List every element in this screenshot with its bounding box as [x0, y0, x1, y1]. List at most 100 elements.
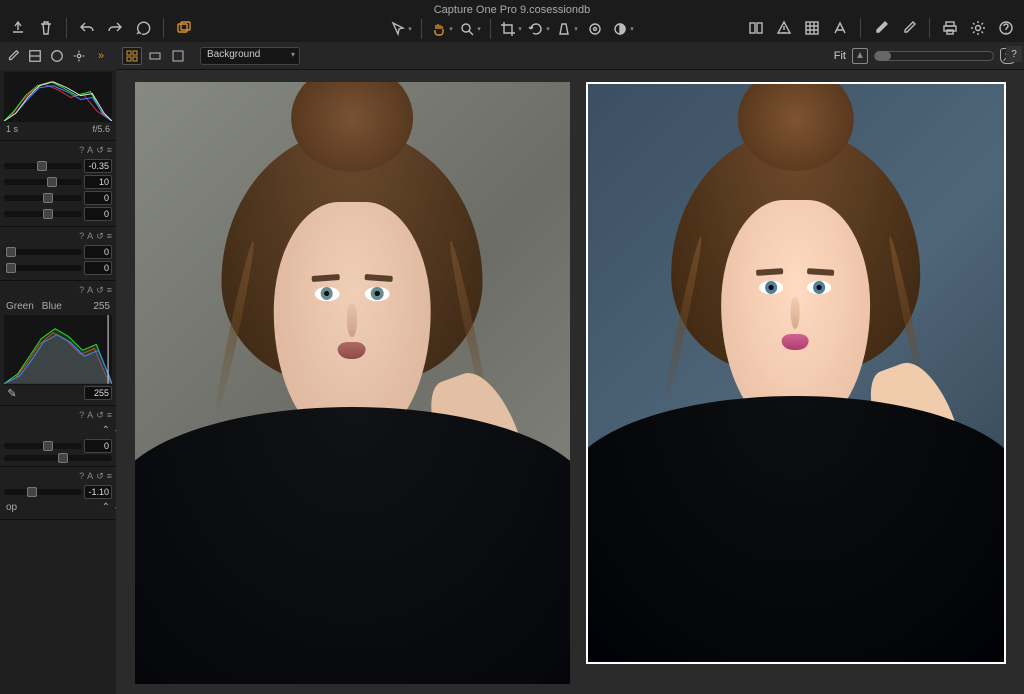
contrast-value[interactable]: 10	[84, 175, 112, 189]
redo-icon[interactable]	[103, 17, 127, 39]
panel-reset-icon[interactable]: ↺	[96, 410, 104, 421]
panel-reset-icon[interactable]: ↺	[96, 231, 104, 242]
highlight-value[interactable]: 0	[84, 245, 112, 259]
print-icon[interactable]	[938, 17, 962, 39]
hand-tool-icon[interactable]	[430, 18, 454, 40]
panel-menu-icon[interactable]: ≡	[107, 471, 112, 482]
help-icon[interactable]	[994, 17, 1018, 39]
user-a-icon[interactable]: ▲	[852, 48, 868, 64]
image-viewer[interactable]	[116, 70, 1024, 694]
crop-tool-icon[interactable]	[499, 18, 523, 40]
panel-auto-icon[interactable]: A	[87, 471, 93, 482]
annotations-icon[interactable]	[828, 17, 852, 39]
levels-tab-green[interactable]: Green	[6, 301, 34, 312]
settings-icon[interactable]	[966, 17, 990, 39]
vignette-mode-label: op	[6, 502, 17, 513]
vignette-value[interactable]: -1.10	[84, 485, 112, 499]
image-variant-original[interactable]	[135, 82, 570, 684]
panel-help-icon[interactable]: ?	[79, 410, 84, 421]
panel-header: ? A ↺ ≡	[4, 229, 112, 244]
clarity-slider[interactable]	[4, 443, 82, 449]
exposure-slider[interactable]	[4, 163, 82, 169]
panel-menu-icon[interactable]: ≡	[107, 410, 112, 421]
shadow-slider[interactable]	[4, 265, 82, 271]
compare-view-icon[interactable]	[744, 17, 768, 39]
panel-reset-icon[interactable]: ↺	[96, 471, 104, 482]
grid-icon[interactable]	[800, 17, 824, 39]
levels-pick-value[interactable]: 255	[84, 386, 112, 400]
view-options: Background	[116, 47, 306, 65]
panel-help-icon[interactable]: ?	[79, 285, 84, 296]
metadata-tab-icon[interactable]	[48, 47, 66, 65]
vignette-slider[interactable]	[4, 489, 82, 495]
levels-panel: ? A ↺ ≡ Green Blue 255 ✎ 255	[0, 281, 116, 406]
separator	[860, 18, 861, 38]
shadow-value[interactable]: 0	[84, 261, 112, 275]
separator	[490, 19, 491, 39]
windows-icon[interactable]	[172, 17, 196, 39]
panel-header: ? A ↺ ≡	[4, 469, 112, 484]
panel-help-icon[interactable]: ?	[79, 231, 84, 242]
separator	[66, 18, 67, 38]
levels-high-value[interactable]: 255	[93, 301, 110, 312]
saturation-value[interactable]: 0	[84, 207, 112, 221]
trash-icon[interactable]	[34, 17, 58, 39]
contrast-slider[interactable]	[4, 179, 82, 185]
histogram-panel: 1 s f/5.6	[0, 70, 116, 141]
brightness-value[interactable]: 0	[84, 191, 112, 205]
panel-auto-icon[interactable]: A	[87, 410, 93, 421]
keystone-tool-icon[interactable]	[555, 18, 579, 40]
cursor-tool-icon[interactable]	[389, 18, 413, 40]
rotate-tool-icon[interactable]	[527, 18, 551, 40]
structure-slider[interactable]	[4, 455, 112, 461]
mask-tool-icon[interactable]	[611, 18, 635, 40]
histogram-display	[4, 72, 112, 122]
panel-help-button[interactable]: ?	[1006, 46, 1022, 62]
tools-sidebar: 1 s f/5.6 ? A ↺ ≡ -0.35 10 0 0 ? A ↺ ≡ 0	[0, 70, 116, 694]
picker-icon[interactable]: ✎	[4, 386, 20, 400]
variant-dropdown[interactable]: Background	[200, 47, 300, 65]
filmstrip-view-icon[interactable]	[145, 47, 165, 65]
panel-reset-icon[interactable]: ↺	[96, 145, 104, 156]
separator	[163, 18, 164, 38]
library-tab-icon[interactable]	[4, 47, 22, 65]
picker-light-icon[interactable]	[897, 17, 921, 39]
clarity-value[interactable]: 0	[84, 439, 112, 453]
spot-tool-icon[interactable]	[583, 18, 607, 40]
adjust-tab-icon[interactable]	[26, 47, 44, 65]
panel-auto-icon[interactable]: A	[87, 231, 93, 242]
undo-icon[interactable]	[75, 17, 99, 39]
panel-auto-icon[interactable]: A	[87, 285, 93, 296]
panel-menu-icon[interactable]: ≡	[107, 231, 112, 242]
levels-tab-blue[interactable]: Blue	[42, 301, 62, 312]
redo-alt-icon[interactable]	[131, 17, 155, 39]
exposure-value[interactable]: -0.35	[84, 159, 112, 173]
panel-help-icon[interactable]: ?	[79, 471, 84, 482]
panel-header: ? A ↺ ≡	[4, 408, 112, 423]
image-variant-edited[interactable]	[586, 82, 1006, 664]
panel-menu-icon[interactable]: ≡	[107, 285, 112, 296]
list-view-icon[interactable]	[168, 47, 188, 65]
picker-dark-icon[interactable]	[869, 17, 893, 39]
highlight-slider[interactable]	[4, 249, 82, 255]
grid-view-icon[interactable]	[122, 47, 142, 65]
levels-curve[interactable]	[4, 315, 112, 385]
panel-help-icon[interactable]: ?	[79, 145, 84, 156]
panel-menu-icon[interactable]: ≡	[107, 145, 112, 156]
import-icon[interactable]	[6, 17, 30, 39]
expand-tab-icon[interactable]: »	[92, 47, 110, 65]
vignette-panel: ? A ↺ ≡ -1.10 op ⌃	[0, 467, 116, 520]
brightness-slider[interactable]	[4, 195, 82, 201]
exposure-warning-icon[interactable]	[772, 17, 796, 39]
zoom-slider[interactable]	[874, 51, 994, 61]
zoom-fit-button[interactable]: Fit	[834, 50, 846, 62]
saturation-slider[interactable]	[4, 211, 82, 217]
panel-auto-icon[interactable]: A	[87, 145, 93, 156]
panel-reset-icon[interactable]: ↺	[96, 285, 104, 296]
vignette-stepper[interactable]: ⌃	[102, 502, 110, 513]
aperture-label: f/5.6	[92, 124, 110, 134]
output-tab-icon[interactable]	[70, 47, 88, 65]
clarity-panel: ? A ↺ ≡ ⌃ 0	[0, 406, 116, 467]
zoom-tool-icon[interactable]	[458, 18, 482, 40]
clarity-stepper[interactable]: ⌃	[102, 425, 110, 436]
